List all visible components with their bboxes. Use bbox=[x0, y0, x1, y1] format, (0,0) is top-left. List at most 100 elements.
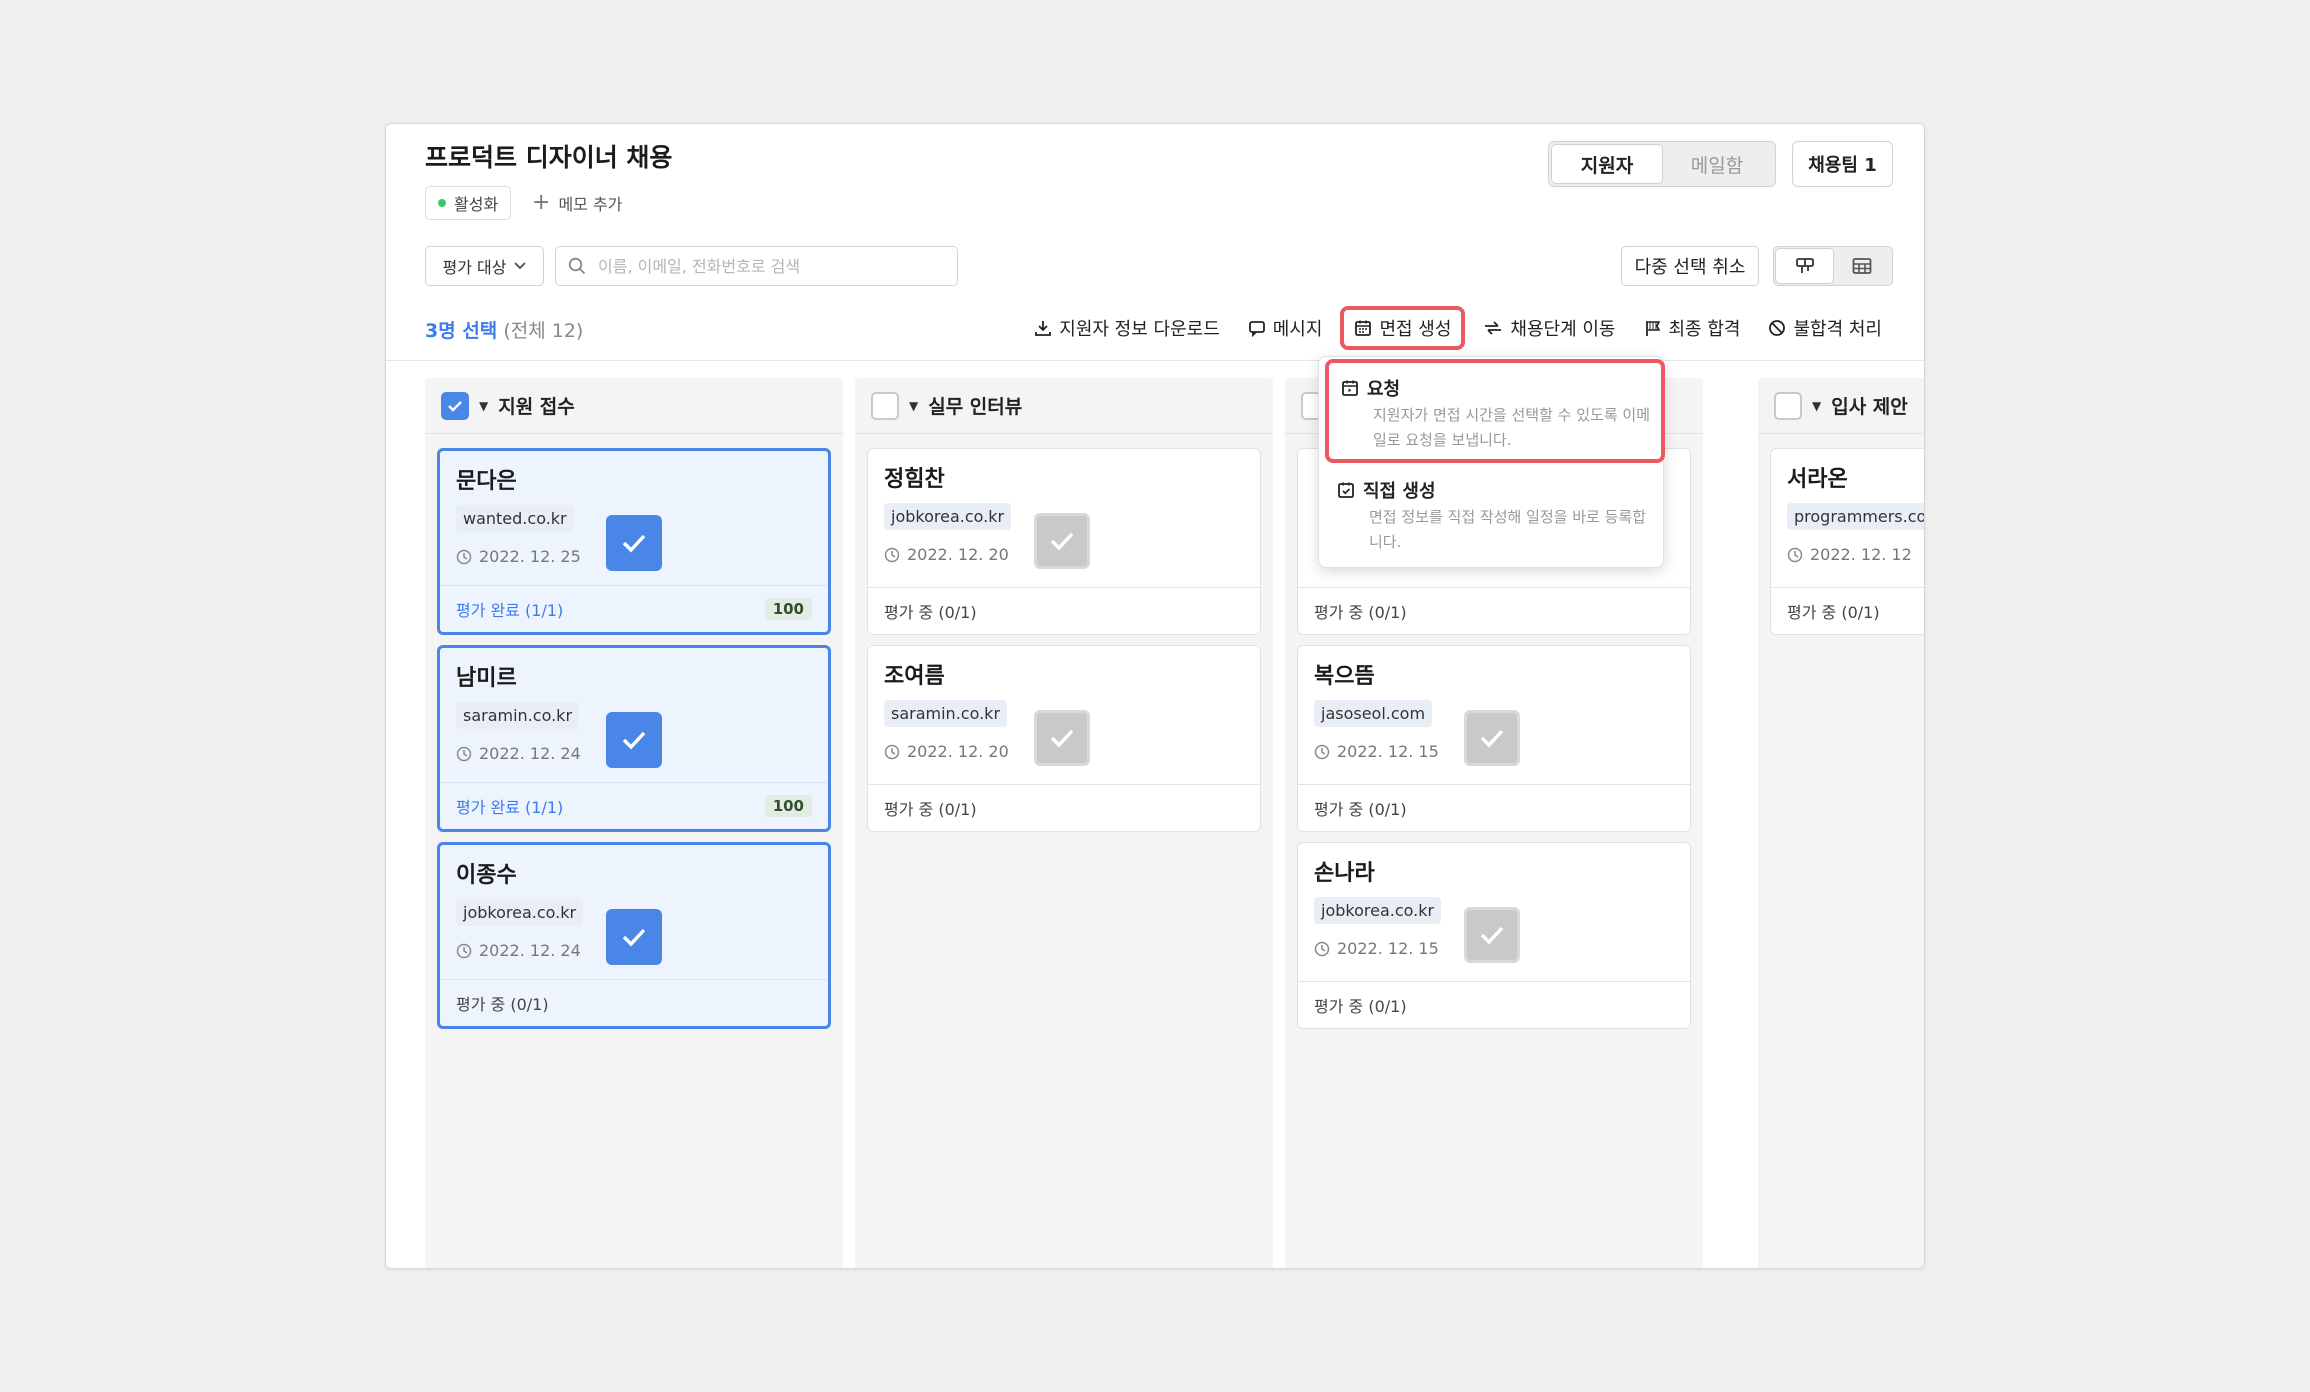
check-icon bbox=[1050, 532, 1074, 551]
column-header: ▼ 실무 인터뷰 bbox=[855, 378, 1273, 434]
caret-down-icon[interactable]: ▼ bbox=[1812, 399, 1821, 413]
applicant-card[interactable]: 손나라 jobkorea.co.kr 2022. 12. 15 평가 중 (0/… bbox=[1297, 842, 1691, 1029]
app-window: 프로덕트 디자이너 채용 활성화 + 메모 추가 지원자 메일함 채용팀 1 평… bbox=[385, 123, 1925, 1269]
applicant-name: 이종수 bbox=[456, 863, 517, 888]
check-icon bbox=[1050, 729, 1074, 748]
caret-down-icon[interactable]: ▼ bbox=[479, 399, 488, 413]
applied-date-text: 2022. 12. 12 bbox=[1810, 545, 1912, 564]
column-header: ▼ 입사 제안 bbox=[1758, 378, 1924, 434]
swap-arrows-icon bbox=[1485, 321, 1502, 335]
applied-date: 2022. 12. 25 bbox=[456, 547, 581, 566]
applied-date: 2022. 12. 12 bbox=[1787, 545, 1912, 564]
applied-date-text: 2022. 12. 24 bbox=[479, 941, 581, 960]
applied-date: 2022. 12. 20 bbox=[884, 545, 1009, 564]
tab-mailbox[interactable]: 메일함 bbox=[1662, 145, 1772, 183]
table-view-button[interactable] bbox=[1833, 249, 1890, 283]
evaluation-status: 평가 중 (0/1) bbox=[1314, 800, 1407, 819]
clock-icon bbox=[884, 547, 900, 562]
card-checkbox[interactable] bbox=[606, 712, 662, 768]
applicant-name: 문다은 bbox=[456, 469, 517, 494]
status-badge[interactable]: 활성화 bbox=[425, 186, 512, 220]
column-select-checkbox[interactable] bbox=[1774, 391, 1802, 420]
clock-icon bbox=[1314, 941, 1330, 956]
calendar-send-icon bbox=[1342, 380, 1358, 396]
request-option-label: 요청 bbox=[1367, 379, 1401, 400]
source-badge: programmers.co. bbox=[1787, 503, 1924, 530]
reject-button[interactable]: 불합격 처리 bbox=[1768, 306, 1882, 350]
board-view-icon bbox=[1795, 258, 1814, 273]
final-pass-button[interactable]: 최종 합격 bbox=[1644, 306, 1741, 350]
applicant-card[interactable]: 조여름 saramin.co.kr 2022. 12. 20 평가 중 (0/1… bbox=[867, 645, 1261, 832]
hiring-team-button[interactable]: 채용팀 1 bbox=[1792, 141, 1893, 187]
card-footer: 평가 중 (0/1) bbox=[868, 784, 1260, 831]
move-stage-button[interactable]: 채용단계 이동 bbox=[1483, 306, 1616, 350]
column-application: ▼ 지원 접수 문다은 wanted.co.kr 2022. 12. 25 평가… bbox=[425, 378, 843, 1268]
check-icon bbox=[448, 400, 462, 412]
applied-date: 2022. 12. 15 bbox=[1314, 742, 1439, 761]
applicant-card[interactable]: 서라온 programmers.co. 2022. 12. 12 평가 중 (0… bbox=[1770, 448, 1924, 635]
clock-icon bbox=[456, 549, 472, 564]
check-icon bbox=[622, 731, 646, 750]
card-checkbox[interactable] bbox=[606, 515, 662, 571]
applicant-name: 남미르 bbox=[456, 666, 517, 691]
final-pass-label: 최종 합격 bbox=[1668, 319, 1741, 340]
applicant-name: 손나라 bbox=[1314, 861, 1375, 886]
search-input[interactable] bbox=[596, 255, 936, 277]
card-footer: 평가 중 (0/1) bbox=[1298, 784, 1690, 831]
evaluation-status: 평가 중 (0/1) bbox=[884, 800, 977, 819]
evaluation-status: 평가 중 (0/1) bbox=[1314, 997, 1407, 1016]
clock-icon bbox=[1314, 744, 1330, 759]
interview-direct-option[interactable]: 직접 생성 면접 정보를 직접 작성해 일정을 바로 등록합니다. bbox=[1319, 467, 1663, 567]
applicant-card[interactable]: 문다은 wanted.co.kr 2022. 12. 25 평가 완료 (1/1… bbox=[437, 448, 831, 635]
interview-request-option[interactable]: 요청 지원자가 면접 시간을 선택할 수 있도록 이메일로 요청을 보냅니다. bbox=[1325, 359, 1665, 463]
card-footer: 평가 중 (0/1) bbox=[440, 979, 828, 1026]
filter-dropdown[interactable]: 평가 대상 bbox=[425, 246, 544, 286]
create-interview-button[interactable]: 면접 생성 bbox=[1340, 306, 1466, 350]
source-badge: saramin.co.kr bbox=[456, 702, 580, 729]
clock-icon bbox=[1787, 547, 1803, 562]
source-badge: jobkorea.co.kr bbox=[456, 899, 584, 926]
column-select-checkbox[interactable] bbox=[441, 391, 469, 420]
flag-icon bbox=[1645, 321, 1660, 336]
applicant-card[interactable]: 정힘찬 jobkorea.co.kr 2022. 12. 20 평가 중 (0/… bbox=[867, 448, 1261, 635]
applicant-card[interactable]: 이종수 jobkorea.co.kr 2022. 12. 24 평가 중 (0/… bbox=[437, 842, 831, 1029]
card-checkbox[interactable] bbox=[1034, 710, 1090, 766]
applicant-name: 복으뜸 bbox=[1314, 664, 1375, 689]
source-badge: jobkorea.co.kr bbox=[1314, 897, 1442, 924]
multi-select-cancel-button[interactable]: 다중 선택 취소 bbox=[1621, 246, 1759, 286]
check-icon bbox=[1480, 926, 1504, 945]
applicant-name: 정힘찬 bbox=[884, 467, 945, 492]
applicant-name: 조여름 bbox=[884, 664, 945, 689]
request-option-title: 요청 bbox=[1341, 375, 1400, 401]
header-divider bbox=[386, 360, 1924, 361]
applicant-card[interactable]: 복으뜸 jasoseol.com 2022. 12. 15 평가 중 (0/1) bbox=[1297, 645, 1691, 832]
column-select-checkbox[interactable] bbox=[871, 391, 899, 420]
applicant-card[interactable]: 남미르 saramin.co.kr 2022. 12. 24 평가 완료 (1/… bbox=[437, 645, 831, 832]
message-button[interactable]: 메시지 bbox=[1248, 306, 1322, 350]
search-box bbox=[555, 246, 958, 286]
download-button[interactable]: 지원자 정보 다운로드 bbox=[1034, 306, 1220, 350]
layout-toggle bbox=[1773, 246, 1893, 286]
evaluation-status: 평가 중 (0/1) bbox=[884, 603, 977, 622]
card-checkbox[interactable] bbox=[1464, 710, 1520, 766]
request-option-desc: 지원자가 면접 시간을 선택할 수 있도록 이메일로 요청을 보냅니다. bbox=[1373, 406, 1651, 449]
card-checkbox[interactable] bbox=[606, 909, 662, 965]
board-view-button[interactable] bbox=[1776, 249, 1833, 283]
caret-down-icon[interactable]: ▼ bbox=[909, 399, 918, 413]
column-title: 실무 인터뷰 bbox=[928, 396, 1023, 418]
calendar-check-icon bbox=[1338, 482, 1354, 498]
tab-applicants[interactable]: 지원자 bbox=[1552, 145, 1662, 183]
card-checkbox[interactable] bbox=[1034, 513, 1090, 569]
check-icon bbox=[622, 534, 646, 553]
evaluation-status: 평가 완료 (1/1) bbox=[456, 601, 564, 620]
clock-icon bbox=[884, 744, 900, 759]
applicant-name: 서라온 bbox=[1787, 467, 1848, 492]
bulk-actions: 지원자 정보 다운로드 메시지 면접 생성 채용단계 이동 최종 합격 불합격 … bbox=[1034, 306, 1882, 350]
card-checkbox[interactable] bbox=[1464, 907, 1520, 963]
reject-label: 불합격 처리 bbox=[1793, 319, 1882, 340]
plus-icon: + bbox=[532, 190, 551, 215]
table-view-icon bbox=[1852, 258, 1871, 274]
column-title: 지원 접수 bbox=[498, 396, 575, 418]
total-count: (전체 12) bbox=[503, 320, 584, 342]
add-memo-button[interactable]: + 메모 추가 bbox=[532, 186, 622, 220]
